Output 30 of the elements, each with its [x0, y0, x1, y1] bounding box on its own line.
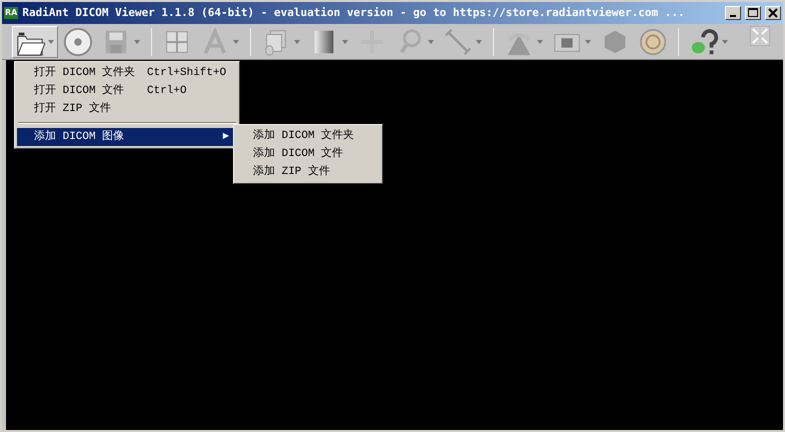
close-icon	[767, 7, 779, 19]
caret-icon	[721, 38, 729, 44]
caret-icon	[133, 38, 141, 44]
menu-item[interactable]: 添加 DICOM 文件	[236, 145, 380, 163]
menu-item[interactable]: 添加 ZIP 文件	[236, 163, 380, 181]
maximize-button[interactable]	[745, 6, 761, 20]
menu-item[interactable]: 打开 DICOM 文件 Ctrl+O	[17, 82, 237, 100]
close-button[interactable]	[765, 6, 781, 20]
window-title: RadiAnt DICOM Viewer 1.1.8 (64-bit) - evaluation version - go to https://store.radiantviewer.com ...	[22, 4, 686, 21]
maximize-icon	[747, 7, 759, 19]
minimize-button[interactable]	[725, 6, 741, 20]
caret-icon	[341, 38, 349, 44]
menu-item[interactable]: 打开 ZIP 文件	[17, 100, 237, 118]
caret-icon	[293, 38, 301, 44]
menu-item[interactable]: 打开 DICOM 文件夹 Ctrl+Shift+O	[17, 64, 237, 82]
line-segment-icon	[443, 26, 473, 56]
submenu-arrow-icon: ▶	[222, 131, 229, 143]
menu-item[interactable]: 添加 DICOM 文件夹	[236, 127, 380, 145]
caret-icon	[427, 38, 435, 44]
caret-icon	[584, 38, 592, 44]
caret-icon	[475, 38, 483, 44]
disc-icon	[63, 26, 93, 56]
app-icon: RA	[4, 7, 18, 19]
caret-icon	[536, 38, 544, 44]
coin-icon	[638, 26, 668, 56]
minimize-icon	[730, 15, 736, 17]
help-icon	[689, 26, 719, 56]
toolbar-button[interactable]	[12, 26, 58, 58]
caret-icon	[47, 38, 55, 44]
caret-icon	[232, 38, 240, 44]
